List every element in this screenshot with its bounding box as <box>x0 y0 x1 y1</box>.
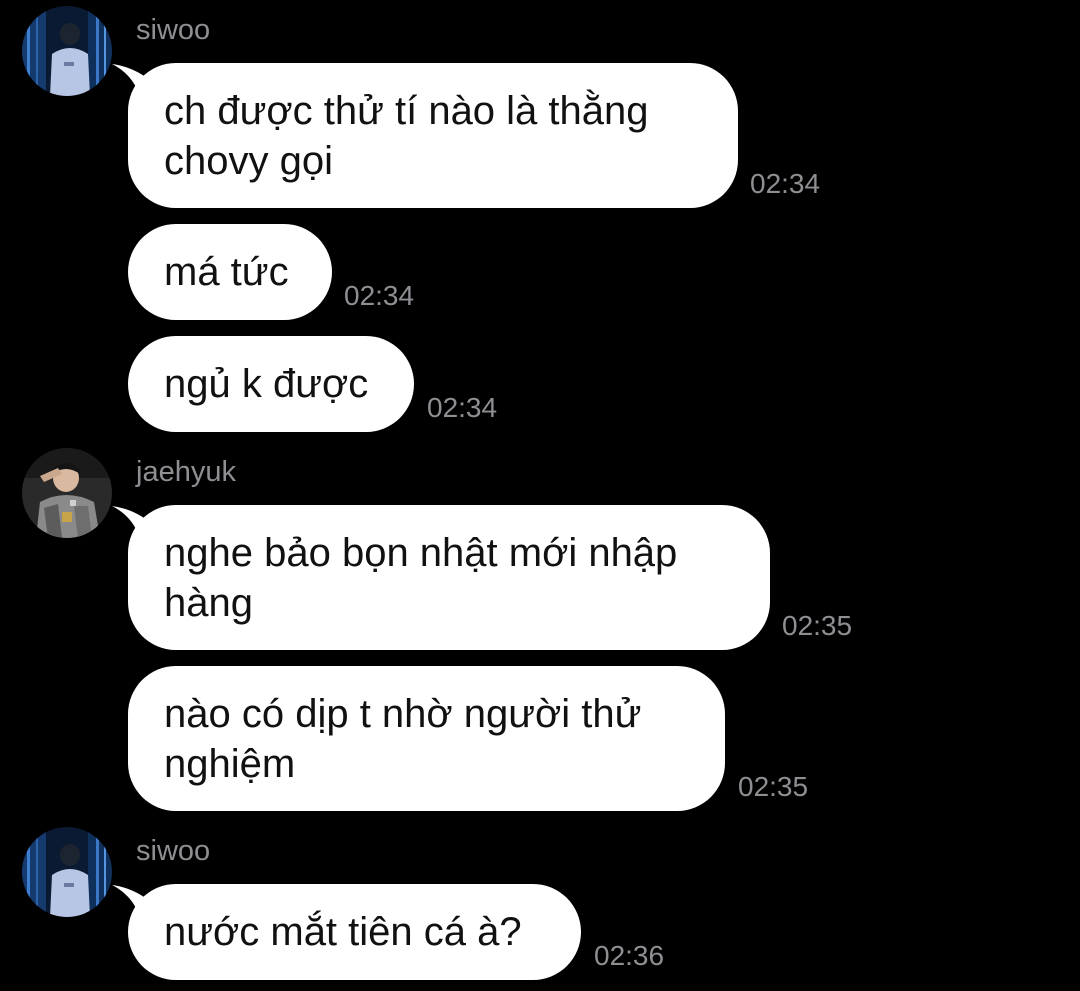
sender-name: jaehyuk <box>136 456 236 488</box>
message-text: nghe bảo bọn nhật mới nhập hàng <box>164 530 678 625</box>
message-time: 02:34 <box>344 280 415 311</box>
message-text: ch được thử tí nào là thằng chovy gọi <box>164 88 649 183</box>
avatar-jaehyuk-icon[interactable] <box>22 448 112 538</box>
message-bubble[interactable]: ch được thử tí nào là thằng chovy gọi <box>128 63 738 208</box>
message-time: 02:35 <box>738 771 809 802</box>
message-bubble[interactable]: nào có dịp t nhờ người thử nghiệm <box>128 666 725 811</box>
avatar-siwoo-icon[interactable] <box>22 6 112 96</box>
message-bubble[interactable]: má tức <box>128 224 332 320</box>
message-bubble[interactable]: nước mắt tiên cá à? <box>128 884 581 980</box>
message-bubble[interactable]: nghe bảo bọn nhật mới nhập hàng <box>128 505 770 650</box>
message-time: 02:34 <box>750 168 821 199</box>
message-text: nước mắt tiên cá à? <box>164 910 522 954</box>
message-text: ngủ k được <box>164 362 369 406</box>
message-time: 02:36 <box>594 940 665 971</box>
message-time: 02:35 <box>782 610 853 641</box>
sender-name: siwoo <box>136 835 211 867</box>
message-time: 02:34 <box>427 392 498 423</box>
message-bubble[interactable]: ngủ k được <box>128 336 414 432</box>
message-text: nào có dịp t nhờ người thử nghiệm <box>164 691 642 786</box>
sender-name: siwoo <box>136 14 211 46</box>
avatar-siwoo-icon[interactable] <box>22 827 112 917</box>
message-text: má tức <box>164 250 289 294</box>
